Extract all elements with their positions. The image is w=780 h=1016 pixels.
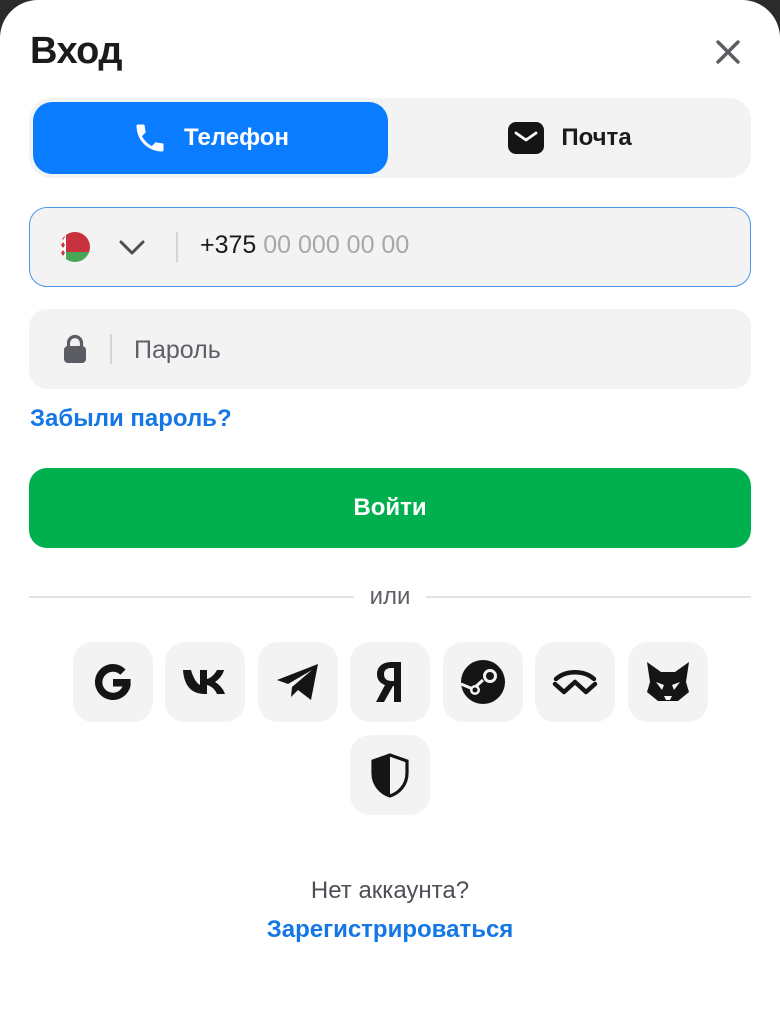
phone-icon <box>136 124 164 152</box>
register-link[interactable]: Зарегистрироваться <box>0 916 780 944</box>
walletconnect-icon <box>552 670 598 695</box>
shield-login-button[interactable] <box>350 735 430 815</box>
phone-field: +375 00 000 00 00 <box>29 207 751 287</box>
phone-input[interactable]: +375 00 000 00 00 <box>200 231 720 260</box>
belarus-flag-icon[interactable] <box>60 232 90 262</box>
tab-mail-label: Почта <box>561 124 632 151</box>
divider-text: или <box>369 583 411 610</box>
mail-icon <box>508 122 545 154</box>
tab-mail[interactable]: Почта <box>392 102 747 174</box>
steam-icon <box>460 660 505 704</box>
password-field <box>29 309 751 389</box>
google-login-button[interactable] <box>73 642 153 722</box>
yandex-icon <box>376 662 401 702</box>
chevron-down-icon[interactable] <box>118 235 146 259</box>
google-icon <box>94 663 131 700</box>
field-divider <box>110 334 112 364</box>
tab-phone[interactable]: Телефон <box>33 102 388 174</box>
yandex-login-button[interactable] <box>350 642 430 722</box>
steam-login-button[interactable] <box>443 642 523 722</box>
phone-prefix: +375 <box>200 231 257 259</box>
login-modal: Вход Телефон Почта +375 00 000 00 00 Заб… <box>0 0 780 1016</box>
modal-title: Вход <box>30 30 122 72</box>
vk-login-button[interactable] <box>165 642 245 722</box>
close-button[interactable] <box>709 33 747 71</box>
walletconnect-login-button[interactable] <box>535 642 615 722</box>
metamask-fox-icon <box>647 662 689 701</box>
divider-line-right <box>426 596 751 598</box>
password-input[interactable] <box>134 333 714 367</box>
telegram-login-button[interactable] <box>258 642 338 722</box>
telegram-icon <box>277 664 318 700</box>
tab-phone-label: Телефон <box>184 124 289 151</box>
shield-icon <box>371 753 409 798</box>
close-icon <box>716 40 740 64</box>
field-divider <box>176 232 178 262</box>
no-account-text: Нет аккаунта? <box>310 877 470 904</box>
forgot-password-link[interactable]: Забыли пароль? <box>30 405 232 433</box>
lock-icon <box>64 334 86 363</box>
phone-placeholder: 00 000 00 00 <box>263 231 410 259</box>
login-button[interactable]: Войти <box>29 468 751 548</box>
divider-line-left <box>29 596 354 598</box>
metamask-login-button[interactable] <box>628 642 708 722</box>
vk-icon <box>183 670 225 694</box>
login-method-tabs: Телефон Почта <box>29 98 751 178</box>
